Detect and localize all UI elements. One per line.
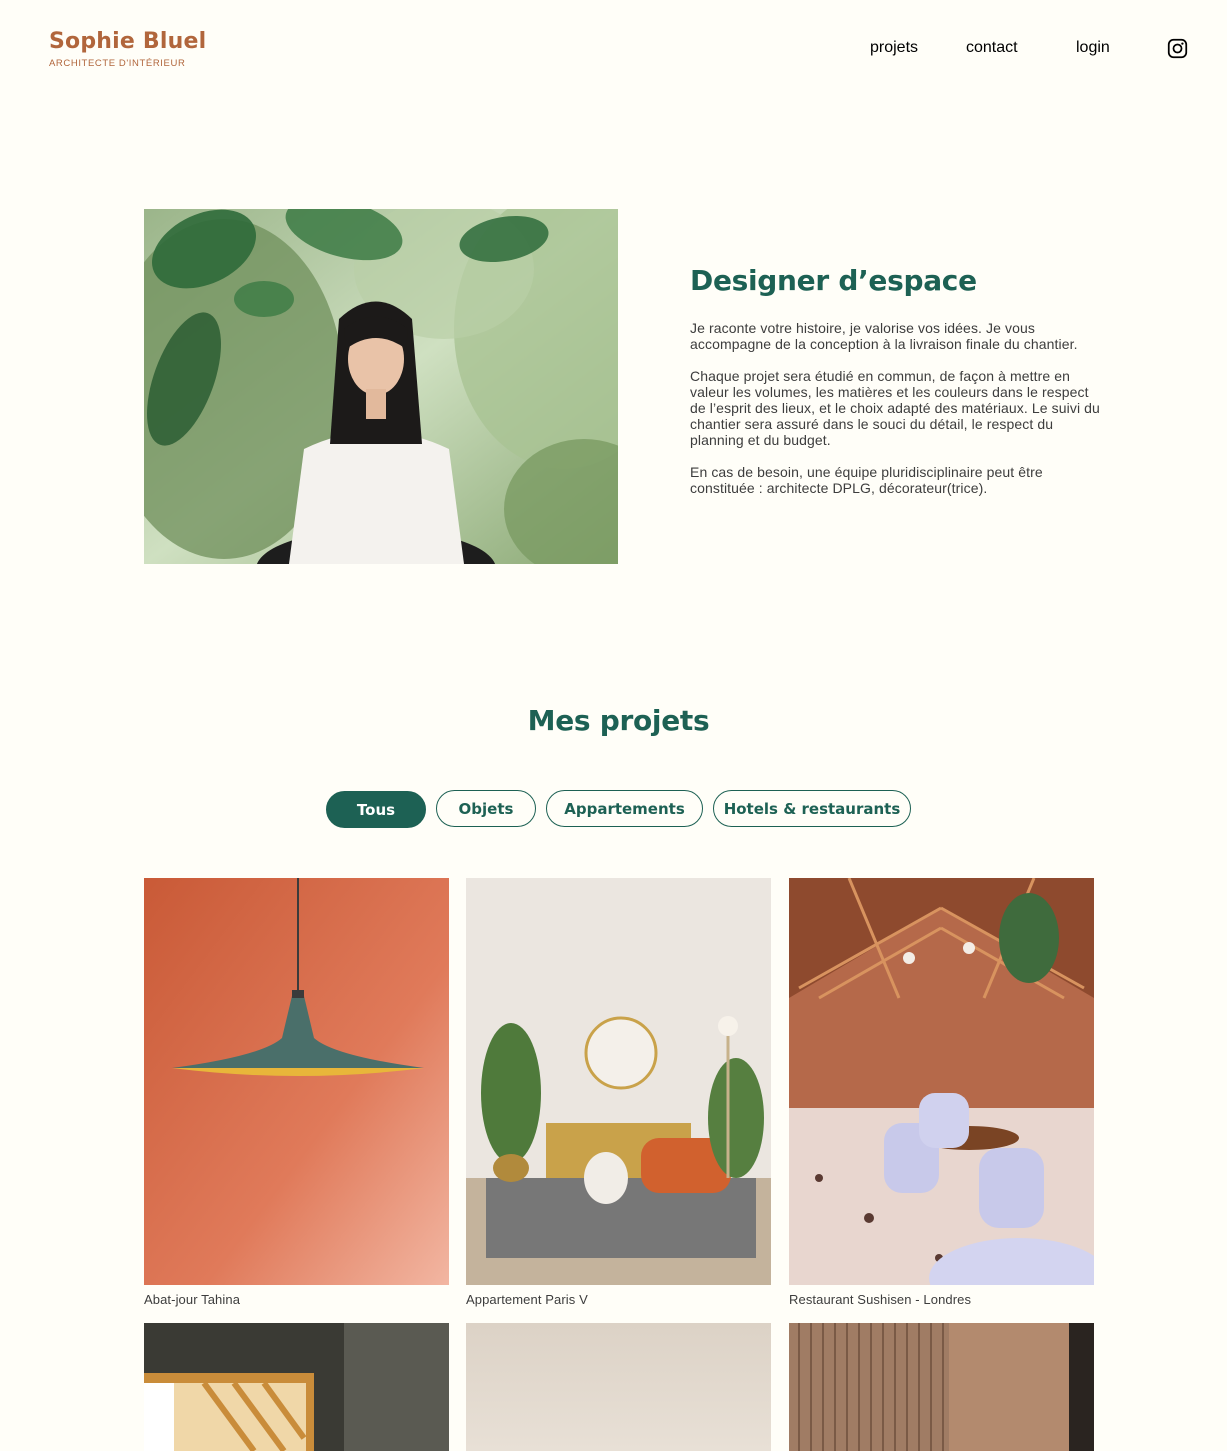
intro-title: Designer d’espace	[690, 264, 977, 297]
projects-title: Mes projets	[527, 704, 710, 737]
filter-objets-button[interactable]: Objets	[436, 790, 536, 827]
project-card[interactable]	[789, 1323, 1094, 1451]
filter-tous-button[interactable]: Tous	[326, 791, 426, 828]
main-nav: projets contact login	[0, 38, 1227, 60]
nav-contact-link[interactable]: contact	[966, 38, 1018, 58]
intro-paragraph: En cas de besoin, une équipe pluridiscip…	[690, 464, 1043, 496]
project-image	[466, 1323, 771, 1451]
project-image	[144, 878, 449, 1285]
project-card[interactable]	[466, 1323, 771, 1451]
project-card[interactable]: Restaurant Sushisen - Londres	[789, 878, 1094, 1306]
intro-paragraph: Je raconte votre histoire, je valorise v…	[690, 320, 1078, 352]
project-image	[144, 1323, 449, 1451]
filter-hotels-restaurants-button[interactable]: Hotels & restaurants	[713, 790, 911, 827]
intro-text: Designer d’espace Je raconte votre histo…	[690, 262, 1100, 496]
nav-login-link[interactable]: login	[1076, 38, 1110, 58]
project-card[interactable]: Appartement Paris V	[466, 878, 771, 1306]
project-caption: Restaurant Sushisen - Londres	[789, 1292, 972, 1307]
project-caption: Appartement Paris V	[466, 1292, 588, 1307]
project-card[interactable]: Abat-jour Tahina	[144, 878, 449, 1306]
portrait-photo	[144, 209, 618, 564]
project-image	[789, 878, 1094, 1285]
intro-paragraph: Chaque projet sera étudié en commun, de …	[690, 368, 1100, 448]
project-image	[466, 878, 771, 1285]
project-card[interactable]	[144, 1323, 449, 1451]
nav-projets-link[interactable]: projets	[870, 38, 918, 58]
site-header: Sophie Bluel ARCHITECTE D'INTÉRIEUR proj…	[0, 0, 1227, 100]
project-image	[789, 1323, 1094, 1451]
instagram-icon[interactable]	[1167, 38, 1188, 59]
project-caption: Abat-jour Tahina	[144, 1292, 241, 1307]
filter-appartements-button[interactable]: Appartements	[546, 790, 703, 827]
